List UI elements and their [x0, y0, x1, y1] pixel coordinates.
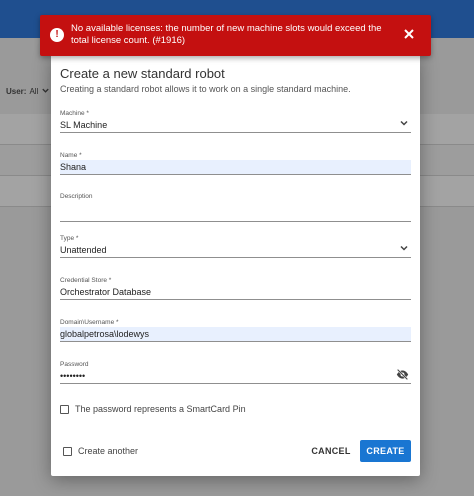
- user-filter-value: All: [29, 87, 39, 96]
- domain-username-input[interactable]: globalpetrosa\lodewys: [60, 327, 411, 342]
- smartcard-label: The password represents a SmartCard Pin: [75, 404, 246, 414]
- description-field[interactable]: Description: [60, 192, 411, 222]
- cancel-button[interactable]: CANCEL: [305, 440, 357, 462]
- chevron-down-icon: [399, 118, 409, 132]
- name-input[interactable]: Shana: [60, 160, 411, 175]
- create-another-checkbox[interactable]: [63, 446, 72, 456]
- name-label: Name *: [60, 152, 82, 159]
- machine-select[interactable]: Machine * SL Machine: [60, 109, 411, 133]
- chevron-down-icon: [41, 86, 50, 97]
- error-message: No available licenses: the number of new…: [71, 23, 382, 46]
- close-icon[interactable]: [402, 27, 416, 41]
- error-notification: ! No available licenses: the number of n…: [40, 15, 431, 56]
- type-select[interactable]: Type * Unattended: [60, 234, 411, 258]
- create-another-label: Create another: [78, 446, 139, 456]
- credential-store-field[interactable]: Credential Store * Orchestrator Database: [60, 276, 411, 300]
- smartcard-checkbox[interactable]: [60, 404, 69, 414]
- error-info-icon: !: [50, 28, 64, 42]
- type-label: Type *: [60, 235, 79, 242]
- domain-username-field[interactable]: Domain\Username * globalpetrosa\lodewys: [60, 318, 411, 342]
- description-input[interactable]: [60, 201, 411, 222]
- create-robot-dialog: Create a new standard robot Creating a s…: [51, 52, 420, 476]
- machine-value[interactable]: SL Machine: [60, 118, 411, 133]
- credential-store-input[interactable]: Orchestrator Database: [60, 285, 411, 300]
- smartcard-checkbox-row[interactable]: The password represents a SmartCard Pin: [60, 404, 246, 414]
- eye-off-icon[interactable]: [396, 368, 409, 385]
- type-value[interactable]: Unattended: [60, 243, 411, 258]
- name-field[interactable]: Name * Shana: [60, 151, 411, 175]
- machine-label: Machine *: [60, 110, 89, 117]
- description-label: Description: [60, 193, 93, 200]
- create-button[interactable]: CREATE: [360, 440, 411, 462]
- credential-store-label: Credential Store *: [60, 277, 112, 284]
- create-another-row[interactable]: Create another: [63, 446, 138, 456]
- dialog-title: Create a new standard robot: [60, 66, 225, 81]
- password-input[interactable]: ••••••••: [60, 368, 411, 385]
- domain-username-label: Domain\Username *: [60, 319, 119, 326]
- password-field[interactable]: Password ••••••••: [60, 360, 411, 384]
- password-label: Password: [60, 361, 89, 368]
- user-filter[interactable]: User: All: [6, 86, 50, 97]
- dialog-subtitle: Creating a standard robot allows it to w…: [60, 84, 351, 94]
- user-filter-label: User:: [6, 87, 27, 96]
- chevron-down-icon: [399, 243, 409, 257]
